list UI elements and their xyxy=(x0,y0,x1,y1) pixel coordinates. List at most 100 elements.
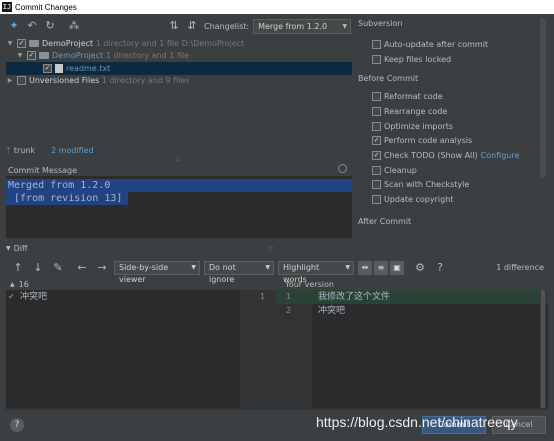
forward-icon[interactable]: → xyxy=(94,260,110,276)
divider xyxy=(6,408,548,410)
settings-gear-icon[interactable]: ⚙ xyxy=(412,260,428,276)
option-label: Optimize imports xyxy=(384,121,453,131)
tree-row-root[interactable]: ▼ ✓ DemoProject 1 directory and 1 file D… xyxy=(6,37,352,50)
ignore-dropdown[interactable]: Do not ignore ▼ xyxy=(204,261,274,284)
collapse-unchanged-icon[interactable]: ≡ xyxy=(374,261,388,275)
chevron-down-icon: ▼ xyxy=(265,264,270,271)
expand-arrow-icon[interactable]: ▼ xyxy=(16,52,24,59)
lock-icon[interactable]: ▣ xyxy=(390,261,404,275)
edit-icon[interactable]: ✎ xyxy=(50,260,66,276)
viewer-value: Side-by-side viewer xyxy=(119,263,169,284)
unversioned-checkbox[interactable] xyxy=(17,76,26,86)
child-name: DemoProject xyxy=(52,51,104,61)
option-code-analysis[interactable]: ✓ Perform code analysis xyxy=(358,133,548,148)
previous-difference-icon[interactable]: ↑ xyxy=(10,260,26,276)
option-reformat[interactable]: Reformat code xyxy=(358,89,548,104)
changes-toolbar: ✦ ↶ ↻ ⁂ xyxy=(6,17,84,35)
commit-message-label: Commit Message xyxy=(8,166,78,175)
tree-row-child[interactable]: ▼ ✓ DemoProject 1 directory and 1 file xyxy=(6,50,352,63)
option-label: Update copyright xyxy=(384,195,454,205)
configure-link[interactable]: Configure xyxy=(481,151,520,160)
option-label: Rearrange code xyxy=(384,106,448,116)
option-keep-locked[interactable]: Keep files locked xyxy=(358,52,548,67)
option-checkbox[interactable] xyxy=(372,106,381,116)
viewer-dropdown[interactable]: Side-by-side viewer ▼ xyxy=(114,261,200,284)
expand-arrow-icon[interactable]: ▼ xyxy=(6,40,14,47)
changes-tree: ▼ ✓ DemoProject 1 directory and 1 file D… xyxy=(6,37,352,147)
file-checkbox[interactable]: ✓ xyxy=(43,63,52,73)
sync-scroll-icon[interactable]: ⇹ xyxy=(358,261,372,275)
splitter-grip[interactable]: ::::: xyxy=(174,156,180,163)
option-checkstyle[interactable]: Scan with Checkstyle xyxy=(358,178,548,193)
option-checkbox[interactable] xyxy=(372,121,381,131)
tree-toolbar: ⇅ ⇵ xyxy=(166,17,202,35)
option-cleanup[interactable]: Cleanup xyxy=(358,163,548,178)
left-line-number: 1 xyxy=(260,292,266,301)
option-copyright[interactable]: Update copyright xyxy=(358,192,548,207)
next-difference-icon[interactable]: ↓ xyxy=(30,260,46,276)
after-commit-header: After Commit xyxy=(358,216,412,226)
option-optimize-imports[interactable]: Optimize imports xyxy=(358,119,548,134)
left-diff-editor[interactable]: ✔ 冲突吧 xyxy=(6,290,240,408)
changelist-label: Changelist: xyxy=(204,21,250,31)
branch-icon: ᛘ xyxy=(6,146,11,155)
difference-count: 1 difference xyxy=(496,263,544,272)
splitter-grip[interactable]: ::::: xyxy=(268,245,274,252)
options-scrollbar[interactable] xyxy=(540,18,546,178)
option-checkbox[interactable] xyxy=(372,92,381,102)
diff-scrollbar[interactable] xyxy=(540,290,546,408)
highlight-dropdown[interactable]: Highlight words ▼ xyxy=(278,261,354,284)
child-meta: 1 directory and 1 file xyxy=(105,51,190,61)
refresh-icon[interactable]: ↻ xyxy=(42,18,58,34)
tree-row-unversioned[interactable]: ▶ Unversioned Files 1 directory and 9 fi… xyxy=(6,75,352,88)
right-diff-editor[interactable]: 我修改了这个文件 冲突吧 xyxy=(312,290,548,408)
tree-row-file[interactable]: ✓ readme.txt xyxy=(6,62,352,75)
option-label: Perform code analysis xyxy=(384,136,473,146)
option-checkbox[interactable] xyxy=(372,165,381,175)
check-icon: ✔ xyxy=(8,292,15,301)
chevron-down-icon: ▼ xyxy=(345,264,350,271)
option-auto-update[interactable]: Auto-update after commit xyxy=(358,37,548,52)
option-checkbox[interactable] xyxy=(372,54,381,64)
collapse-all-icon[interactable]: ⇵ xyxy=(184,18,200,34)
collapse-icon[interactable]: ▼ xyxy=(6,245,11,252)
option-checkbox[interactable] xyxy=(372,195,381,205)
option-check-todo[interactable]: ✓ Check TODO (Show All) Configure xyxy=(358,148,548,163)
move-icon[interactable]: ✦ xyxy=(6,18,22,34)
right-line-number: 1 xyxy=(286,292,292,301)
option-rearrange[interactable]: Rearrange code xyxy=(358,104,548,119)
rollback-icon[interactable]: ↶ xyxy=(24,18,40,34)
option-checkbox[interactable]: ✓ xyxy=(372,150,381,160)
child-checkbox[interactable]: ✓ xyxy=(27,51,36,61)
commit-message-editor[interactable]: Merged from 1.2.0 [from revision 13] xyxy=(6,176,352,238)
right-diff-line-added: 我修改了这个文件 xyxy=(312,290,548,304)
option-checkbox[interactable] xyxy=(372,39,381,49)
diff-header[interactable]: ▼ Diff xyxy=(6,244,28,253)
option-checkbox[interactable] xyxy=(372,180,381,190)
option-checkbox[interactable]: ✓ xyxy=(372,136,381,146)
changelist-dropdown[interactable]: Merge from 1.2.0 ▼ xyxy=(253,18,352,34)
expand-all-icon[interactable]: ⇅ xyxy=(166,18,182,34)
collapse-icon[interactable]: ▲ xyxy=(10,281,15,288)
left-diff-line: ✔ 冲突吧 xyxy=(6,290,240,304)
root-path: D:\DemoProject xyxy=(181,38,245,48)
app-icon: IJ xyxy=(2,2,12,12)
right-line-number: 2 xyxy=(286,306,292,315)
subversion-header: Subversion xyxy=(358,19,403,28)
help-button[interactable]: ? xyxy=(10,418,24,432)
help-question-icon[interactable]: ? xyxy=(432,260,448,276)
expand-arrow-icon[interactable]: ▶ xyxy=(6,77,14,84)
option-label: Reformat code xyxy=(384,92,443,102)
added-line-marker xyxy=(276,290,312,304)
back-icon[interactable]: ← xyxy=(74,260,90,276)
folder-icon xyxy=(29,39,39,47)
root-checkbox[interactable]: ✓ xyxy=(17,38,26,48)
modified-count-link[interactable]: 2 modified xyxy=(51,146,94,155)
history-icon[interactable] xyxy=(338,164,347,173)
chevron-down-icon: ▼ xyxy=(191,264,196,271)
option-label: Keep files locked xyxy=(384,54,452,64)
scrollbar-thumb[interactable] xyxy=(541,290,545,408)
right-diff-line: 冲突吧 xyxy=(318,306,346,316)
group-by-icon[interactable]: ⁂ xyxy=(66,18,82,34)
file-name: readme.txt xyxy=(66,63,111,73)
